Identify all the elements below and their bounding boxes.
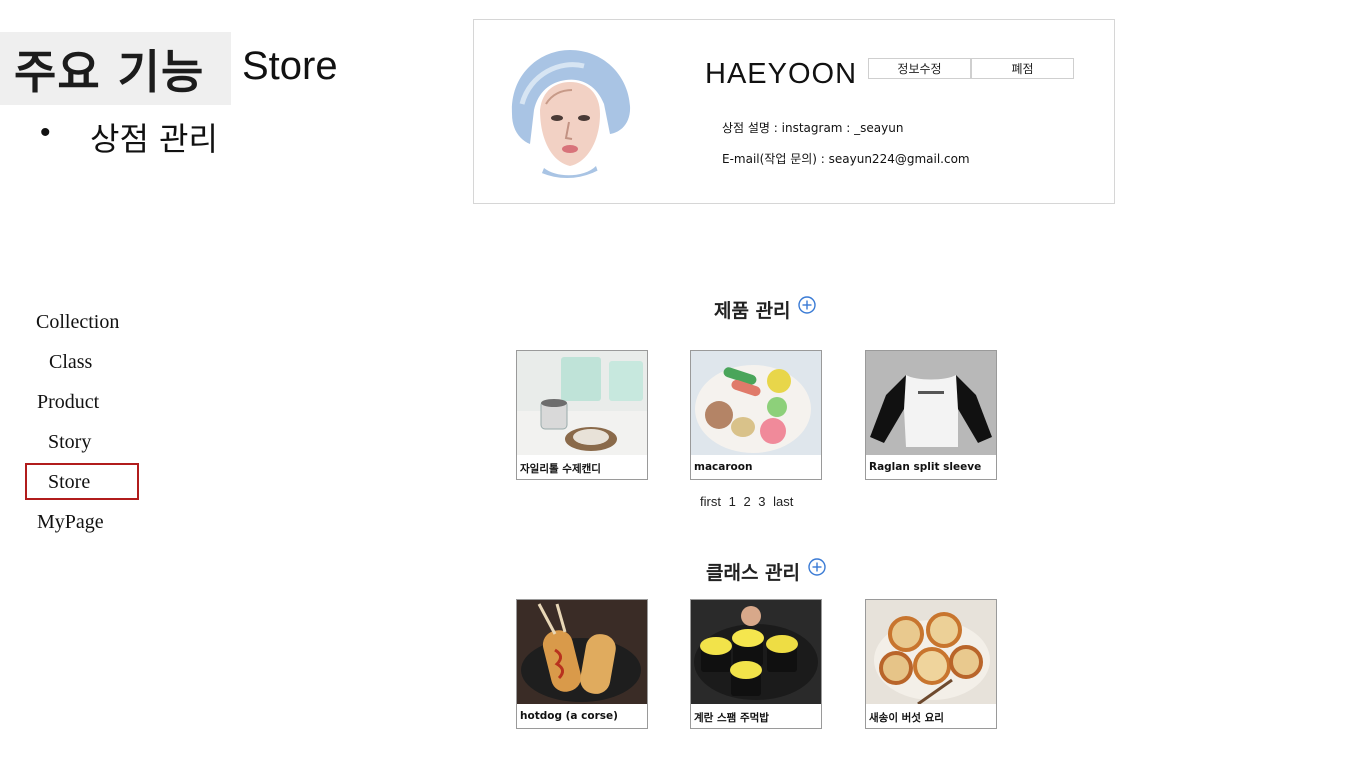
class-image-hotdog bbox=[517, 600, 647, 704]
pager-last[interactable]: last bbox=[773, 494, 793, 509]
avatar bbox=[500, 44, 634, 178]
store-description: 상점 설명 : instagram : _seayun bbox=[722, 121, 904, 135]
product-pagination: first 1 2 3 last bbox=[700, 494, 797, 509]
product-name: Raglan split sleeve bbox=[869, 461, 982, 473]
store-name: HAEYOON bbox=[705, 58, 858, 90]
nav-item-mypage[interactable]: MyPage bbox=[37, 511, 104, 534]
class-image-mushroom bbox=[866, 600, 996, 704]
avatar-illustration bbox=[500, 44, 634, 178]
pager-first[interactable]: first bbox=[700, 494, 721, 509]
add-class-icon[interactable] bbox=[808, 558, 826, 576]
product-card[interactable]: macaroon bbox=[690, 350, 822, 480]
nav-item-product[interactable]: Product bbox=[37, 391, 99, 414]
class-name: 계란 스팸 주먹밥 bbox=[694, 712, 769, 724]
product-name: 자일리톨 수제캔디 bbox=[520, 463, 601, 475]
class-name: hotdog (a corse) bbox=[520, 710, 618, 722]
product-image-candy bbox=[517, 351, 647, 455]
slide-title: 주요 기능 bbox=[14, 45, 205, 99]
class-card[interactable]: 계란 스팸 주먹밥 bbox=[690, 599, 822, 729]
store-email: E-mail(작업 문의) : seayun224@gmail.com bbox=[722, 152, 970, 166]
class-name: 새송이 버섯 요리 bbox=[869, 712, 944, 724]
bullet-text: 상점 관리 bbox=[90, 120, 218, 158]
nav-item-class[interactable]: Class bbox=[49, 351, 92, 374]
class-card[interactable]: 새송이 버섯 요리 bbox=[865, 599, 997, 729]
product-image-raglan bbox=[866, 351, 996, 455]
edit-info-button[interactable]: 정보수정 bbox=[868, 58, 971, 79]
nav-item-store[interactable]: Store bbox=[48, 471, 90, 494]
pager-page-2[interactable]: 2 bbox=[743, 494, 750, 509]
class-card[interactable]: hotdog (a corse) bbox=[516, 599, 648, 729]
nav-item-collection[interactable]: Collection bbox=[36, 311, 119, 334]
product-name: macaroon bbox=[694, 461, 753, 473]
product-card[interactable]: 자일리톨 수제캔디 bbox=[516, 350, 648, 480]
add-product-icon[interactable] bbox=[798, 296, 816, 314]
class-image-spam-riceball bbox=[691, 600, 821, 704]
nav-item-story[interactable]: Story bbox=[48, 431, 91, 454]
class-management-title: 클래스 관리 bbox=[706, 562, 801, 584]
product-image-macaroon bbox=[691, 351, 821, 455]
product-card[interactable]: Raglan split sleeve bbox=[865, 350, 997, 480]
slide-subtitle: Store bbox=[242, 44, 338, 88]
bullet-icon: • bbox=[40, 116, 51, 149]
pager-page-1[interactable]: 1 bbox=[729, 494, 736, 509]
close-store-button[interactable]: 폐점 bbox=[971, 58, 1074, 79]
store-profile-card: HAEYOON 정보수정 폐점 상점 설명 : instagram : _sea… bbox=[473, 19, 1115, 204]
product-management-title: 제품 관리 bbox=[714, 300, 791, 322]
pager-page-3[interactable]: 3 bbox=[758, 494, 765, 509]
